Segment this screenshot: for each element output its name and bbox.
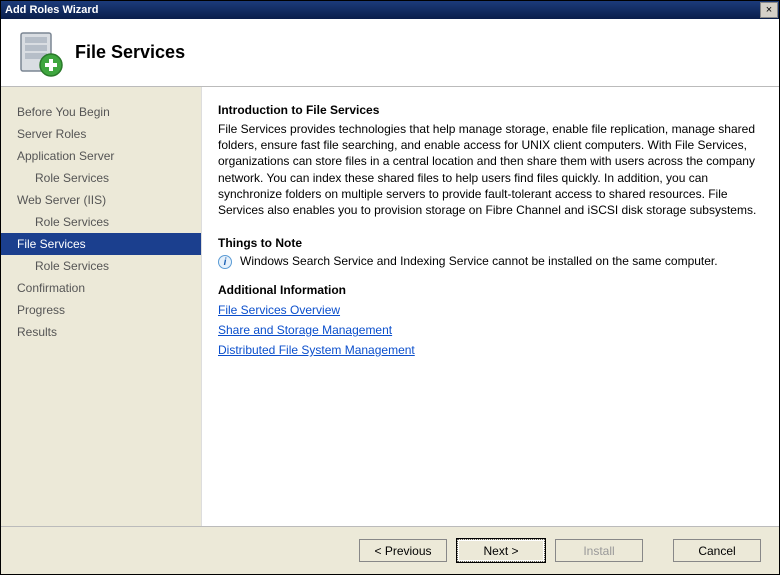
page-title: File Services <box>75 42 185 63</box>
link-file-services-overview[interactable]: File Services Overview <box>218 301 759 319</box>
note-row: i Windows Search Service and Indexing Se… <box>218 254 759 269</box>
notes-heading: Things to Note <box>218 236 759 250</box>
note-text: Windows Search Service and Indexing Serv… <box>240 254 718 268</box>
sidebar-item-app-role-services[interactable]: Role Services <box>1 167 201 189</box>
sidebar-item-progress[interactable]: Progress <box>1 299 201 321</box>
install-button: Install <box>555 539 643 562</box>
content-pane: Introduction to File Services File Servi… <box>201 87 779 526</box>
additional-heading: Additional Information <box>218 283 759 297</box>
sidebar-item-results[interactable]: Results <box>1 321 201 343</box>
sidebar: Before You Begin Server Roles Applicatio… <box>1 87 201 526</box>
footer-buttons: < Previous Next > Install Cancel <box>1 526 779 574</box>
intro-heading: Introduction to File Services <box>218 103 759 117</box>
intro-text: File Services provides technologies that… <box>218 121 759 218</box>
sidebar-item-server-roles[interactable]: Server Roles <box>1 123 201 145</box>
close-button[interactable]: × <box>760 2 778 18</box>
link-dfs-management[interactable]: Distributed File System Management <box>218 341 759 359</box>
sidebar-item-file-role-services[interactable]: Role Services <box>1 255 201 277</box>
server-role-icon <box>15 29 63 77</box>
sidebar-item-iis-role-services[interactable]: Role Services <box>1 211 201 233</box>
sidebar-item-file-services[interactable]: File Services <box>1 233 201 255</box>
additional-links: File Services Overview Share and Storage… <box>218 301 759 359</box>
wizard-body: Before You Begin Server Roles Applicatio… <box>1 87 779 526</box>
info-icon: i <box>218 255 232 269</box>
link-share-storage-management[interactable]: Share and Storage Management <box>218 321 759 339</box>
titlebar: Add Roles Wizard × <box>1 1 779 19</box>
previous-button[interactable]: < Previous <box>359 539 447 562</box>
sidebar-item-web-server-iis[interactable]: Web Server (IIS) <box>1 189 201 211</box>
window-title: Add Roles Wizard <box>5 4 98 16</box>
window-frame: Add Roles Wizard × File Services Before … <box>0 0 780 575</box>
header: File Services <box>1 19 779 87</box>
sidebar-item-before-you-begin[interactable]: Before You Begin <box>1 101 201 123</box>
close-icon: × <box>766 4 772 16</box>
sidebar-item-application-server[interactable]: Application Server <box>1 145 201 167</box>
cancel-button[interactable]: Cancel <box>673 539 761 562</box>
next-button[interactable]: Next > <box>457 539 545 562</box>
sidebar-item-confirmation[interactable]: Confirmation <box>1 277 201 299</box>
